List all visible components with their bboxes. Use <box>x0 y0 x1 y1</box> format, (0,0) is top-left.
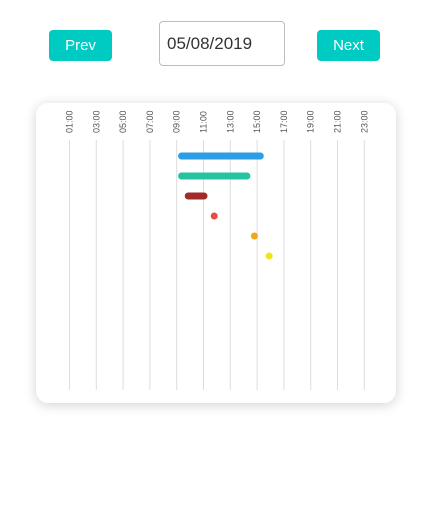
event-dot[interactable] <box>210 212 218 220</box>
timeline-chart: 01:00 03:00 05:00 07:00 09:00 11:00 13:00 15:00… <box>65 110 369 390</box>
hour-label: 11:00 <box>199 111 209 133</box>
hour-label: 21:00 <box>333 110 343 133</box>
date-input[interactable] <box>159 21 285 66</box>
hour-label: 01:00 <box>65 110 75 133</box>
hour-label: 13:00 <box>225 110 235 133</box>
prev-button[interactable]: Prev <box>49 30 112 61</box>
hour-label: 23:00 <box>359 110 369 133</box>
next-button[interactable]: Next <box>317 30 380 61</box>
event-bar[interactable] <box>178 172 251 180</box>
hour-label: 19:00 <box>306 110 316 133</box>
event-bar[interactable] <box>184 192 208 200</box>
timeline-card: 01:00 03:00 05:00 07:00 09:00 11:00 13:00 15:00… <box>36 103 396 403</box>
hour-label: 09:00 <box>172 110 182 133</box>
event-bar[interactable] <box>178 152 264 160</box>
hour-label: 03:00 <box>91 110 101 133</box>
hour-label: 05:00 <box>118 110 128 133</box>
hour-label: 15:00 <box>252 110 262 133</box>
event-dot[interactable] <box>265 252 273 260</box>
event-dot[interactable] <box>250 232 258 240</box>
hour-label: 07:00 <box>145 110 155 133</box>
hour-label: 17:00 <box>279 110 289 133</box>
